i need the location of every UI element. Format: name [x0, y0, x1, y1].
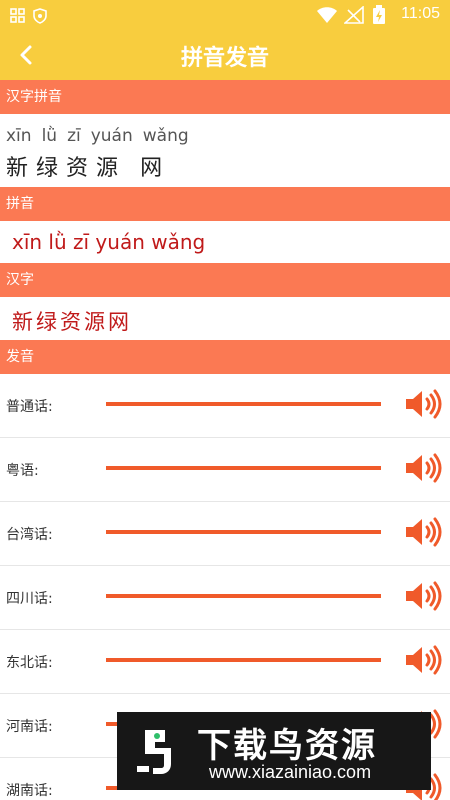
- dialect-label: 粤语:: [6, 463, 39, 479]
- dialect-row-taiwanese: 台湾话:: [0, 502, 450, 566]
- annotated-word: xīn lǜ zī yuán wǎng 新绿资源网: [0, 114, 450, 187]
- title-bar: 拼音发音: [0, 30, 450, 80]
- audio-progress-bar[interactable]: [106, 466, 381, 470]
- audio-progress-bar[interactable]: [106, 594, 381, 598]
- watermark-banner: 下载鸟资源 www.xiazainiao.com: [117, 712, 431, 790]
- audio-progress-bar[interactable]: [106, 530, 381, 534]
- speaker-icon[interactable]: [404, 388, 442, 420]
- character: 绿: [36, 156, 63, 181]
- audio-progress-bar[interactable]: [106, 402, 381, 406]
- watermark-title: 下载鸟资源: [197, 726, 377, 766]
- battery-charging-icon: [373, 5, 385, 24]
- status-bar: 11:05: [0, 0, 450, 30]
- status-time: 11:05: [401, 5, 440, 22]
- app-header: 11:05 拼音发音: [0, 0, 450, 80]
- dialect-label: 湖南话:: [6, 783, 53, 799]
- watermark-url: www.xiazainiao.com: [209, 762, 372, 782]
- section-header-hanzi: 汉字: [0, 263, 450, 297]
- dialect-label: 普通话:: [6, 399, 53, 415]
- dialect-label: 台湾话:: [6, 527, 53, 543]
- character: 新: [6, 156, 33, 181]
- dialect-label: 四川话:: [6, 591, 53, 607]
- dialect-row-mandarin: 普通话:: [0, 374, 450, 438]
- character-row: 新绿资源网: [6, 150, 170, 182]
- syllable: lǜ: [41, 126, 58, 146]
- dialect-label: 东北话:: [6, 655, 53, 671]
- syllable-row: xīn lǜ zī yuán wǎng: [6, 126, 199, 146]
- syllable: xīn: [6, 126, 32, 146]
- character: 资: [66, 156, 93, 181]
- audio-progress-bar[interactable]: [106, 658, 381, 662]
- section-header-pronunciation: 发音: [0, 340, 450, 374]
- hanzi-text: 新绿资源网: [12, 310, 132, 334]
- dialect-row-cantonese: 粤语:: [0, 438, 450, 502]
- section-header-pinyin: 拼音: [0, 187, 450, 221]
- speaker-icon[interactable]: [404, 452, 442, 484]
- dialect-row-sichuanese: 四川话:: [0, 566, 450, 630]
- page-title: 拼音发音: [180, 46, 269, 71]
- speaker-icon[interactable]: [404, 644, 442, 676]
- pinyin-text: xīn lǜ zī yuán wǎng: [12, 230, 206, 254]
- wifi-icon: [317, 7, 337, 23]
- syllable: yuán: [90, 126, 133, 146]
- syllable: wǎng: [142, 126, 189, 146]
- app-grid-icon: [10, 8, 25, 23]
- section-header-hanzi-pinyin: 汉字拼音: [0, 80, 450, 114]
- speaker-icon[interactable]: [404, 580, 442, 612]
- syllable: zī: [67, 126, 81, 146]
- shield-icon: [33, 8, 47, 24]
- character: 网: [140, 156, 167, 181]
- character: 源: [96, 156, 123, 181]
- speaker-icon[interactable]: [404, 516, 442, 548]
- dialect-label: 河南话:: [6, 719, 53, 735]
- dialect-row-northeastern: 东北话:: [0, 630, 450, 694]
- no-signal-icon: [344, 6, 364, 24]
- bird-logo-icon: [137, 730, 171, 774]
